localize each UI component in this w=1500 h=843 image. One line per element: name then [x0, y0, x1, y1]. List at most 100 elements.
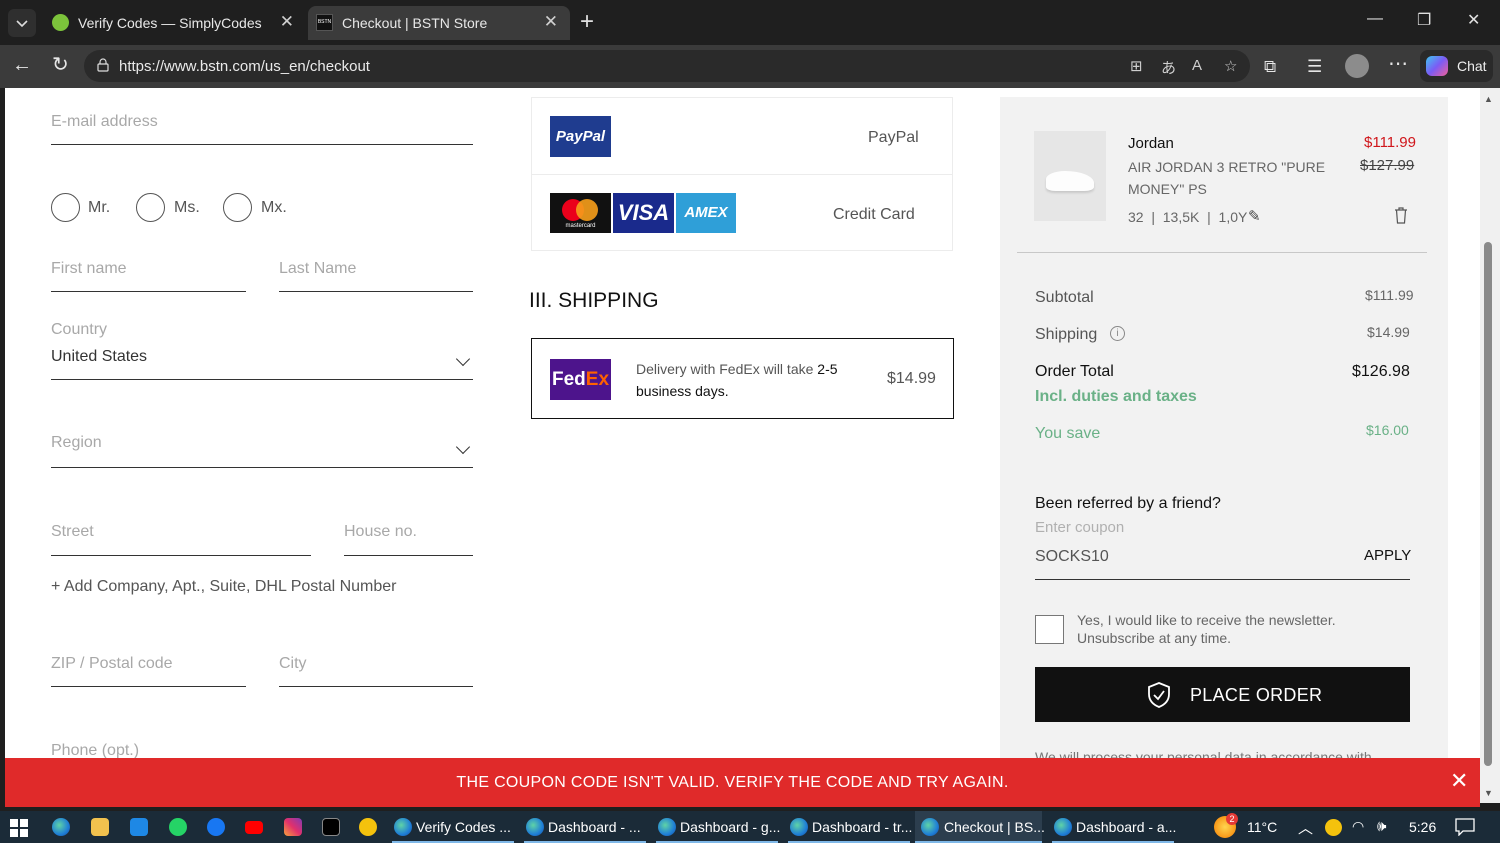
close-alert-icon[interactable]: ✕ [1450, 770, 1468, 792]
street-field[interactable]: Street [51, 523, 94, 541]
restore-icon[interactable]: ❐ [1417, 10, 1431, 30]
tray-app-icon[interactable] [1325, 819, 1342, 836]
payment-option-credit-card[interactable]: Credit Card [833, 206, 915, 224]
close-tab-icon[interactable]: ✕ [280, 13, 294, 31]
add-company-link[interactable]: + Add Company, Apt., Suite, DHL Postal N… [51, 578, 397, 596]
profile-avatar[interactable] [1345, 54, 1369, 78]
coin-app-icon[interactable] [359, 818, 377, 836]
edge-icon[interactable] [52, 818, 70, 836]
house-number-underline [344, 555, 473, 556]
instagram-icon[interactable] [284, 818, 302, 836]
app-grid-icon[interactable]: ⊞ [1130, 57, 1143, 75]
facebook-icon[interactable] [207, 818, 225, 836]
read-aloud-icon[interactable]: A [1192, 57, 1202, 74]
chevron-down-icon[interactable] [455, 351, 471, 367]
email-field[interactable]: E-mail address [51, 113, 158, 131]
extensions-icon[interactable]: ⧉ [1264, 56, 1276, 78]
file-explorer-icon[interactable] [91, 818, 109, 836]
chat-label: Chat [1457, 58, 1487, 74]
translate-icon[interactable]: あ [1161, 57, 1176, 78]
shipping-option-fedex[interactable]: FedEx Delivery with FedEx will take 2-5 … [531, 338, 954, 419]
chevron-down-icon [16, 20, 28, 28]
new-tab-plus-icon[interactable]: + [580, 9, 594, 35]
payment-methods: PayPal PayPal mastercard VISA AMEX Credi… [531, 97, 953, 251]
youtube-icon[interactable] [245, 821, 263, 834]
store-icon[interactable] [130, 818, 148, 836]
region-select[interactable]: Region [51, 434, 102, 452]
taskbar-item-dashboard-3[interactable]: Dashboard - tr... [788, 811, 912, 843]
radio-mr[interactable] [51, 193, 80, 222]
page-scrollbar[interactable]: ▲ ▼ [1480, 88, 1500, 803]
referral-heading: Been referred by a friend? [1035, 495, 1221, 512]
copilot-icon [1426, 56, 1448, 76]
scroll-up-icon[interactable]: ▲ [1484, 94, 1493, 104]
chevron-down-icon[interactable] [455, 439, 471, 455]
windows-start-icon[interactable] [10, 819, 28, 837]
refresh-icon[interactable]: ↻ [52, 54, 69, 76]
taskbar-item-checkout[interactable]: Checkout | BS... [915, 811, 1045, 843]
country-select[interactable]: United States [51, 348, 147, 366]
apply-coupon-button[interactable]: APPLY [1364, 547, 1411, 564]
radio-ms[interactable] [136, 193, 165, 222]
trash-icon[interactable] [1393, 206, 1409, 224]
subtotal-value: $111.99 [1365, 287, 1414, 303]
x-twitter-icon[interactable] [322, 818, 340, 836]
favorite-star-icon[interactable]: ☆ [1224, 57, 1237, 75]
city-field[interactable]: City [279, 655, 307, 673]
volume-icon[interactable]: 🕪 [1377, 818, 1386, 835]
last-name-field[interactable]: Last Name [279, 260, 356, 278]
payment-option-paypal[interactable]: PayPal [868, 129, 919, 147]
scroll-down-icon[interactable]: ▼ [1484, 788, 1493, 798]
scrollbar-thumb[interactable] [1484, 242, 1492, 766]
address-bar[interactable]: https://www.bstn.com/us_en/checkout ⊞ あ … [84, 50, 1250, 82]
alert-message: THE COUPON CODE ISN'T VALID. VERIFY THE … [456, 774, 1009, 791]
phone-field[interactable]: Phone (opt.) [51, 742, 139, 758]
house-number-field[interactable]: House no. [344, 523, 417, 541]
product-image[interactable] [1034, 131, 1106, 221]
privacy-notice: We will process your personal data in ac… [1035, 749, 1372, 758]
tab-list-button[interactable] [8, 9, 36, 37]
paypal-logo-icon: PayPal [550, 116, 611, 157]
place-order-button[interactable]: PLACE ORDER [1035, 667, 1410, 722]
edit-pencil-icon[interactable]: ✎ [1248, 207, 1261, 225]
edge-icon [526, 818, 544, 836]
coupon-underline [1035, 579, 1410, 580]
tab-simplycodes[interactable]: Verify Codes — SimplyCodes ✕ [44, 6, 306, 40]
notifications-icon[interactable] [1455, 818, 1475, 836]
taskbar-item-dashboard-1[interactable]: Dashboard - ... [524, 811, 646, 843]
order-total-value: $126.98 [1352, 363, 1410, 380]
more-options-icon[interactable]: ⋯ [1388, 53, 1408, 75]
city-underline [279, 686, 473, 687]
radio-mx[interactable] [223, 193, 252, 222]
close-tab-icon[interactable]: ✕ [544, 13, 558, 31]
newsletter-checkbox[interactable] [1035, 615, 1064, 644]
close-window-icon[interactable]: ✕ [1467, 10, 1480, 30]
visa-logo-icon: VISA [613, 193, 674, 233]
wifi-icon[interactable]: ◠ [1352, 818, 1364, 835]
copilot-chat-button[interactable]: Chat [1420, 50, 1493, 82]
edge-icon [394, 818, 412, 836]
whatsapp-icon[interactable] [169, 818, 187, 836]
taskbar-item-dashboard-4[interactable]: Dashboard - a... [1052, 811, 1176, 843]
shipping-label: Shipping [1035, 326, 1098, 343]
first-name-field[interactable]: First name [51, 260, 127, 278]
favorites-icon[interactable]: ☰ [1307, 56, 1322, 78]
minimize-icon[interactable]: — [1367, 10, 1383, 28]
shipping-price: $14.99 [887, 370, 936, 387]
zip-field[interactable]: ZIP / Postal code [51, 655, 173, 673]
coupon-input[interactable]: SOCKS10 [1035, 548, 1109, 566]
weather-badge: 2 [1226, 813, 1238, 825]
taxes-note: Incl. duties and taxes [1035, 388, 1197, 405]
back-arrow-icon[interactable]: ← [12, 54, 32, 76]
show-hidden-icons-chevron-icon[interactable]: ︿ [1298, 817, 1313, 838]
tab-title: Verify Codes — SimplyCodes [78, 15, 262, 31]
product-brand: Jordan [1128, 135, 1174, 152]
info-icon[interactable]: i [1110, 326, 1125, 341]
taskbar-item-verify-codes[interactable]: Verify Codes ... [392, 811, 514, 843]
coupon-error-alert: THE COUPON CODE ISN'T VALID. VERIFY THE … [5, 758, 1480, 807]
taskbar-item-dashboard-2[interactable]: Dashboard - g... [656, 811, 780, 843]
clock-time[interactable]: 5:26 [1409, 819, 1436, 835]
weather-temperature[interactable]: 11°C [1247, 819, 1277, 835]
mastercard-logo-icon: mastercard [550, 193, 611, 233]
tab-bstn-checkout[interactable]: BSTN Checkout | BSTN Store ✕ [308, 6, 570, 40]
